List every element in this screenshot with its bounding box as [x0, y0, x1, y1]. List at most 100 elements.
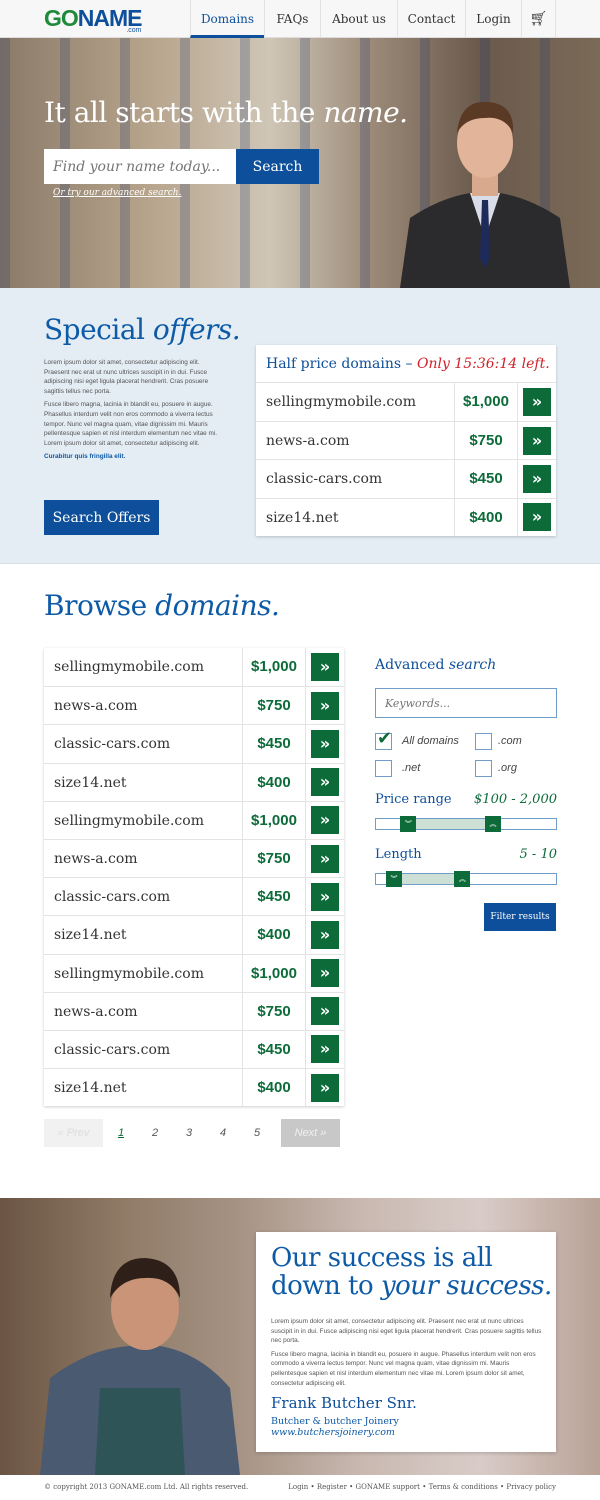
page-1[interactable]: 1 [111, 1119, 131, 1147]
keywords-input[interactable] [375, 688, 557, 718]
nav-faqs[interactable]: FAQs [264, 0, 320, 38]
filter-results-button[interactable]: Filter results [484, 903, 556, 931]
pagination: « Prev 1 2 3 4 5 Next » [44, 1119, 340, 1147]
domain-price: $450 [243, 878, 306, 916]
domain-name[interactable]: size14.net [44, 763, 243, 801]
slider-handle-high[interactable]: ︽ [485, 816, 501, 832]
domain-price: $400 [243, 916, 306, 954]
slider-handle-high[interactable]: ︽ [454, 871, 471, 887]
hero: It all starts with the name. Search Or t… [0, 38, 600, 288]
domain-name[interactable]: classic-cars.com [44, 725, 243, 763]
copyright: © copyright 2013 GONAME.com Ltd. All rig… [44, 1483, 249, 1491]
footer-link[interactable]: GONAME support [356, 1483, 420, 1491]
slider-handle-low[interactable]: ︾ [400, 816, 417, 832]
checkbox-net[interactable] [375, 760, 392, 777]
domain-row: size14.net $400» [44, 1068, 344, 1107]
offers-link[interactable]: Curabitur quis fringilla elit. [44, 452, 222, 462]
buy-cell: » [306, 687, 344, 724]
buy-arrow-button[interactable]: » [311, 691, 339, 720]
prev-button[interactable]: « Prev [44, 1119, 103, 1147]
top-nav: GONAME .com Domains FAQs About us Contact… [0, 0, 600, 38]
domain-name[interactable]: news-a.com [44, 839, 243, 878]
testimonial-para-1: Lorem ipsum dolor sit amet, consectetur … [271, 1318, 542, 1345]
buy-arrow-button[interactable]: » [311, 844, 339, 873]
length-value: 5 - 10 [519, 847, 557, 862]
domain-name[interactable]: news-a.com [44, 687, 243, 725]
page-3[interactable]: 3 [179, 1119, 199, 1147]
next-button[interactable]: Next » [281, 1119, 340, 1147]
buy-arrow-button[interactable]: » [311, 1073, 339, 1102]
footer-link[interactable]: Terms & conditions [429, 1483, 498, 1491]
search-offers-button[interactable]: Search Offers [44, 500, 159, 535]
price-range-slider[interactable]: ︾ ︽ [375, 816, 557, 832]
half-price-table: Half price domains – Only 15:36:14 left.… [256, 345, 556, 536]
domain-price: $450 [455, 460, 518, 498]
domain-price: $1,000 [243, 954, 306, 992]
buy-arrow-button[interactable]: » [523, 388, 551, 417]
buy-arrow-button[interactable]: » [311, 920, 339, 949]
domain-name[interactable]: sellingmymobile.com [44, 801, 243, 839]
search-button[interactable]: Search [236, 149, 319, 184]
domain-row: classic-cars.com $450» [44, 877, 344, 916]
buy-arrow-button[interactable]: » [311, 882, 339, 911]
buy-cell: » [306, 764, 344, 801]
buy-cell: » [306, 1031, 344, 1068]
buy-arrow-button[interactable]: » [311, 997, 339, 1026]
domain-row: news-a.com $750» [44, 991, 344, 1030]
checkbox-all-domains[interactable]: ✔ [375, 728, 392, 750]
checkbox-label: .org [498, 762, 517, 774]
footer-link[interactable]: Privacy policy [506, 1483, 556, 1491]
domain-name[interactable]: size14.net [256, 498, 455, 536]
buy-arrow-button[interactable]: » [523, 426, 551, 455]
buy-arrow-button[interactable]: » [311, 653, 339, 682]
domain-name[interactable]: sellingmymobile.com [44, 648, 243, 687]
domain-name[interactable]: size14.net [44, 1069, 243, 1107]
domain-name[interactable]: news-a.com [44, 992, 243, 1030]
domain-price: $450 [243, 1030, 306, 1069]
buy-arrow-button[interactable]: » [311, 806, 339, 835]
page-5[interactable]: 5 [247, 1119, 267, 1147]
domain-name[interactable]: sellingmymobile.com [256, 383, 455, 422]
checkbox-label: .net [402, 762, 421, 774]
slider-handle-low[interactable]: ︾ [386, 871, 402, 887]
domain-price: $750 [243, 992, 306, 1030]
domain-name[interactable]: classic-cars.com [44, 1030, 243, 1069]
domain-name[interactable]: news-a.com [256, 422, 455, 460]
buy-arrow-button[interactable]: » [523, 464, 551, 493]
buy-cell: » [306, 916, 344, 953]
page-2[interactable]: 2 [145, 1119, 165, 1147]
domain-row: classic-cars.com $450» [44, 724, 344, 763]
nav-about[interactable]: About us [320, 0, 397, 38]
domain-search-input[interactable] [44, 149, 236, 184]
slider-fill [394, 874, 463, 884]
footer-separator: • [419, 1483, 429, 1491]
checkbox-label: .com [498, 735, 522, 747]
domain-name[interactable]: classic-cars.com [44, 878, 243, 916]
logo[interactable]: GONAME .com [44, 5, 143, 34]
testimonial-card: Our success is all down to your success. … [256, 1232, 556, 1452]
buy-cell: » [518, 460, 556, 497]
page-4[interactable]: 4 [213, 1119, 233, 1147]
cart-icon[interactable]: 🛒︎ [521, 0, 556, 38]
checkbox-org[interactable] [475, 760, 492, 777]
buy-cell: » [306, 955, 344, 992]
buy-arrow-button[interactable]: » [311, 1035, 339, 1064]
nav-contact[interactable]: Contact [397, 0, 465, 38]
domain-name[interactable]: classic-cars.com [256, 460, 455, 498]
domain-name[interactable]: size14.net [44, 916, 243, 954]
buy-arrow-button[interactable]: » [311, 768, 339, 797]
footer-link[interactable]: Register [317, 1483, 347, 1491]
buy-arrow-button[interactable]: » [311, 729, 339, 758]
company-website[interactable]: www.butchersjoinery.com [271, 1427, 399, 1438]
buy-arrow-button[interactable]: » [523, 503, 551, 532]
domain-name[interactable]: sellingmymobile.com [44, 954, 243, 992]
advanced-search-link[interactable]: Or try our advanced search. [53, 188, 181, 198]
footer-link[interactable]: Login [288, 1483, 308, 1491]
length-slider[interactable]: ︾ ︽ [375, 871, 557, 887]
nav-login[interactable]: Login [465, 0, 521, 38]
nav-domains[interactable]: Domains [190, 0, 264, 38]
checkbox-com[interactable] [475, 733, 492, 750]
buy-arrow-button[interactable]: » [311, 959, 339, 988]
offers-para-2: Fusce libero magna, lacinia in blandit e… [44, 401, 217, 447]
domain-row: news-a.com $750» [256, 421, 556, 460]
